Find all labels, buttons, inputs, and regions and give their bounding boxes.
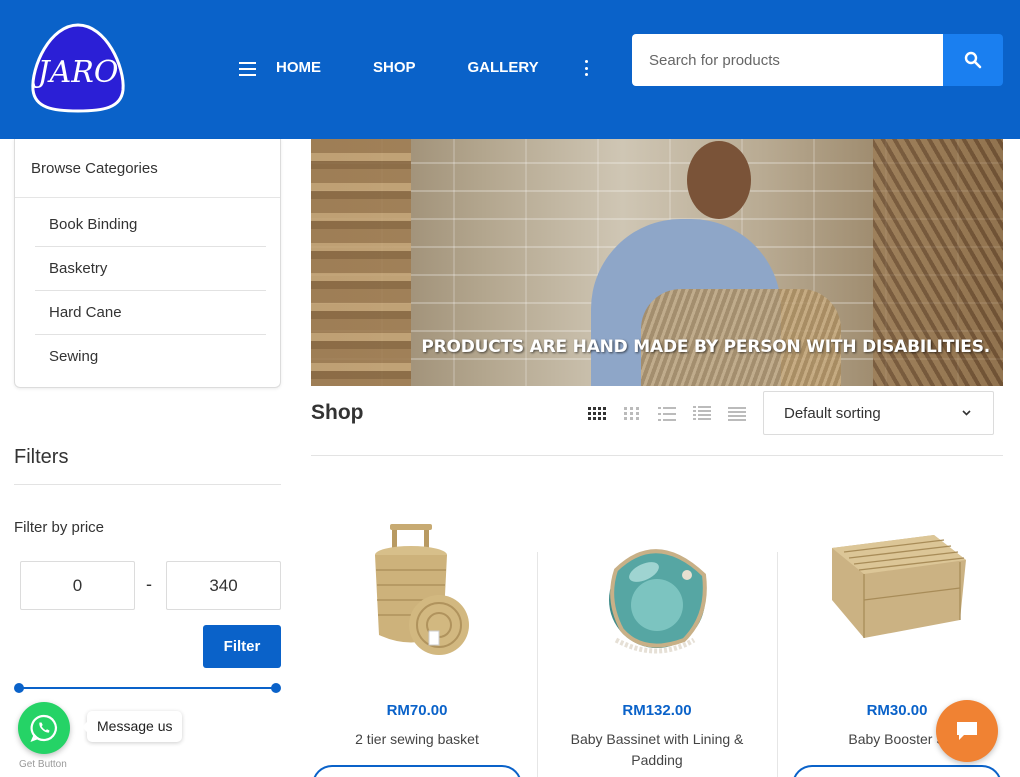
whatsapp-button[interactable] xyxy=(18,702,70,754)
numbered-list-icon[interactable] xyxy=(692,405,712,423)
hero-banner: PRODUCTS ARE HAND MADE BY PERSON WITH DI… xyxy=(311,139,1003,386)
getbutton-credit[interactable]: Get Button xyxy=(19,759,67,770)
product-name[interactable]: Baby Bassinet with Lining & Padding xyxy=(544,729,770,771)
chat-bubble-icon xyxy=(957,722,977,740)
filters-divider xyxy=(14,484,281,485)
more-menu-icon[interactable] xyxy=(584,60,589,76)
filter-button[interactable]: Filter xyxy=(203,625,281,668)
price-slider-min-handle[interactable] xyxy=(14,683,24,693)
chevron-down-icon xyxy=(962,392,971,435)
banner-basket-stack xyxy=(311,139,411,386)
product-name[interactable]: 2 tier sewing basket xyxy=(304,729,530,750)
category-item-basketry[interactable]: Basketry xyxy=(35,247,266,291)
max-price-input[interactable] xyxy=(166,561,281,610)
price-slider-max-handle[interactable] xyxy=(271,683,281,693)
product-search xyxy=(632,34,1003,86)
whatsapp-icon xyxy=(30,714,57,742)
product-column-divider xyxy=(537,552,538,777)
nav-home[interactable]: HOME xyxy=(276,59,321,76)
sorting-select[interactable]: Default sorting xyxy=(763,391,994,435)
product-price: RM70.00 xyxy=(386,702,448,719)
add-to-cart-button[interactable] xyxy=(792,765,1002,777)
whatsapp-message-label[interactable]: Message us xyxy=(81,711,183,742)
toolbar-divider xyxy=(311,455,1003,456)
banner-caption: PRODUCTS ARE HAND MADE BY PERSON WITH DI… xyxy=(421,337,990,357)
search-icon xyxy=(964,51,982,69)
product-column-divider xyxy=(777,552,778,777)
list-icon[interactable] xyxy=(657,405,677,423)
price-filter-heading: Filter by price xyxy=(14,519,105,536)
view-mode-switcher xyxy=(587,405,762,423)
category-item-book-binding[interactable]: Book Binding xyxy=(35,203,266,247)
min-price-input[interactable] xyxy=(20,561,135,610)
product-card[interactable]: RM132.00 Baby Bassinet with Lining & Pad… xyxy=(544,500,770,771)
product-card[interactable]: RM70.00 2 tier sewing basket xyxy=(304,500,530,777)
product-image[interactable] xyxy=(304,500,530,680)
filters-heading: Filters xyxy=(14,446,69,468)
logo-text: JARO xyxy=(32,55,119,90)
price-slider-track[interactable] xyxy=(19,687,276,689)
search-input[interactable] xyxy=(632,34,943,86)
category-list: Book Binding Basketry Hard Cane Sewing xyxy=(15,198,280,379)
nav-gallery[interactable]: GALLERY xyxy=(468,59,539,76)
menu-icon[interactable] xyxy=(239,62,256,76)
grid-3-icon[interactable] xyxy=(622,405,642,423)
browse-categories-panel: Browse Categories Book Binding Basketry … xyxy=(14,139,281,388)
nav-shop[interactable]: SHOP xyxy=(373,59,416,76)
banner-artisan-head xyxy=(687,141,751,219)
main-nav: HOME SHOP GALLERY xyxy=(239,58,591,76)
grid-4-icon[interactable] xyxy=(587,405,607,423)
product-image[interactable] xyxy=(784,500,1010,680)
jaro-logo[interactable]: JARO xyxy=(28,22,128,114)
product-image[interactable] xyxy=(544,500,770,680)
add-to-cart-button[interactable] xyxy=(312,765,522,777)
category-item-hard-cane[interactable]: Hard Cane xyxy=(35,291,266,335)
search-button[interactable] xyxy=(943,34,1003,86)
categories-title: Browse Categories xyxy=(15,139,280,198)
shop-title: Shop xyxy=(311,401,364,424)
site-header: JARO HOME SHOP GALLERY xyxy=(0,0,1020,139)
sorting-value: Default sorting xyxy=(784,405,881,422)
category-item-sewing[interactable]: Sewing xyxy=(35,335,266,379)
price-separator: - xyxy=(146,574,152,594)
rows-icon[interactable] xyxy=(727,405,747,423)
chat-button[interactable] xyxy=(936,700,998,762)
product-price: RM132.00 xyxy=(622,702,692,719)
